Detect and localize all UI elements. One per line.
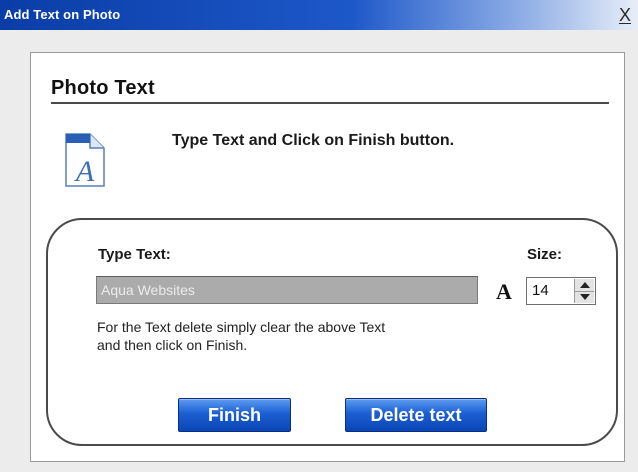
type-text-label: Type Text: [98,246,171,263]
arrow-down-icon [579,294,590,300]
close-button[interactable]: X [614,4,636,26]
window-title: Add Text on Photo [4,7,121,22]
title-divider [51,102,609,104]
size-decrease-button[interactable] [575,291,594,303]
font-icon: A [496,279,512,304]
size-spinner [574,279,594,303]
font-document-icon: A [65,133,105,188]
finish-button[interactable]: Finish [178,398,291,432]
dialog-window: Add Text on Photo X Photo Text A Type Te… [0,0,638,472]
help-text: For the Text delete simply clear the abo… [97,318,487,354]
page-title: Photo Text [51,77,155,99]
svg-text:A: A [74,155,95,188]
help-line-1: For the Text delete simply clear the abo… [97,319,386,335]
help-line-2: and then click on Finish. [97,337,248,353]
type-text-input[interactable] [96,276,478,304]
size-value[interactable]: 14 [532,282,549,299]
arrow-up-icon [579,282,590,288]
title-bar[interactable]: Add Text on Photo X [0,0,638,30]
instruction-text: Type Text and Click on Finish button. [172,132,455,149]
size-label: Size: [527,246,563,263]
delete-text-button[interactable]: Delete text [345,398,487,432]
